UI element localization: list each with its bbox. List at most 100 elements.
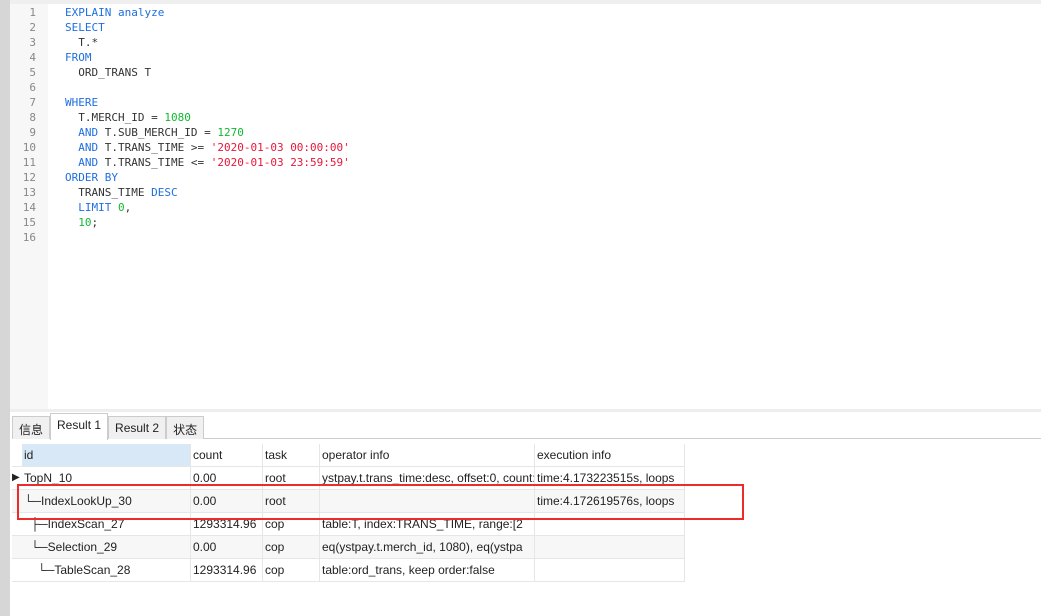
line-number: 3 xyxy=(29,36,36,49)
line-number: 9 xyxy=(29,126,36,139)
line-number: 1 xyxy=(29,6,36,19)
code-line: 6 xyxy=(10,80,350,95)
token: DESC xyxy=(151,186,178,199)
code-text: TRANS_TIME DESC xyxy=(65,185,178,200)
token: ORD_TRANS T xyxy=(65,66,152,79)
line-number: 10 xyxy=(22,141,36,154)
code-text: AND T.TRANS_TIME <= '2020-01-03 23:59:59… xyxy=(65,155,350,170)
code-text: SELECT xyxy=(65,20,105,35)
token: AND xyxy=(65,126,99,139)
code-line: 2 SELECT xyxy=(10,20,350,35)
cell[interactable]: table:ord_trans, keep order:false xyxy=(320,559,535,581)
line-number: 5 xyxy=(29,66,36,79)
cell[interactable]: 1293314.96 xyxy=(191,559,263,581)
cell[interactable]: count xyxy=(191,444,263,466)
token: ; xyxy=(91,216,99,229)
cell[interactable]: task xyxy=(263,444,320,466)
token: , xyxy=(124,201,132,214)
tab-1[interactable]: Result 1 xyxy=(50,413,109,440)
line-number: 4 xyxy=(29,51,36,64)
code-line: 4 FROM xyxy=(10,50,350,65)
token: SELECT xyxy=(65,21,105,34)
code-text: WHERE xyxy=(65,95,98,110)
row-indicator-icon xyxy=(12,559,22,581)
token: T.TRANS_TIME <= xyxy=(98,156,211,169)
highlight-box xyxy=(17,484,744,520)
code-line: 3 T.* xyxy=(10,35,350,50)
token: T.SUB_MERCH_ID = xyxy=(98,126,218,139)
code-text: 10; xyxy=(65,215,98,230)
line-number: 2 xyxy=(29,21,36,34)
cell[interactable] xyxy=(535,559,685,581)
line-number: 6 xyxy=(29,81,36,94)
token: LIMIT xyxy=(65,201,118,214)
code-text: LIMIT 0, xyxy=(65,200,131,215)
code-text: T.MERCH_ID = 1080 xyxy=(65,110,191,125)
code-line: 1 EXPLAIN analyze xyxy=(10,5,350,20)
token: T.TRANS_TIME >= xyxy=(98,141,211,154)
cell[interactable]: id xyxy=(22,444,191,466)
top-strip xyxy=(0,0,1041,4)
code-line: 8 T.MERCH_ID = 1080 xyxy=(10,110,350,125)
left-scrollbar[interactable] xyxy=(0,0,10,616)
line-number: 16 xyxy=(22,231,36,244)
token: 10 xyxy=(78,216,92,229)
line-number: 15 xyxy=(22,216,36,229)
code-line: 16 xyxy=(10,230,350,245)
cell[interactable]: 0.00 xyxy=(191,536,263,558)
table-header[interactable]: id count task operator info execution info xyxy=(12,444,685,467)
token: T.* xyxy=(65,36,99,49)
code-line: 7 WHERE xyxy=(10,95,350,110)
line-number: 11 xyxy=(22,156,36,169)
cell[interactable]: cop xyxy=(263,559,320,581)
code-text: AND T.SUB_MERCH_ID = 1270 xyxy=(65,125,244,140)
tab-2[interactable]: Result 2 xyxy=(108,416,167,439)
token: 1080 xyxy=(164,111,191,124)
code-text: ORD_TRANS T xyxy=(65,65,151,80)
token: FROM xyxy=(65,51,92,64)
row-indicator-icon xyxy=(12,444,22,466)
token: AND xyxy=(65,156,99,169)
token: EXPLAIN analyze xyxy=(65,6,165,19)
tab-0[interactable]: 信息 xyxy=(12,416,51,439)
cell[interactable]: eq(ystpay.t.merch_id, 1080), eq(ystpa xyxy=(320,536,535,558)
token: '2020-01-03 23:59:59' xyxy=(210,156,350,169)
cell[interactable]: operator info xyxy=(320,444,535,466)
token: 1270 xyxy=(217,126,244,139)
cell[interactable]: └─TableScan_28 xyxy=(22,559,191,581)
code-line: 14 LIMIT 0, xyxy=(10,200,350,215)
cell[interactable]: └─Selection_29 xyxy=(22,536,191,558)
code-line: 11 AND T.TRANS_TIME <= '2020-01-03 23:59… xyxy=(10,155,350,170)
cell[interactable]: cop xyxy=(263,536,320,558)
code-line: 10 AND T.TRANS_TIME >= '2020-01-03 00:00… xyxy=(10,140,350,155)
code-line: 12 ORDER BY xyxy=(10,170,350,185)
line-number: 14 xyxy=(22,201,36,214)
tab-3[interactable]: 状态 xyxy=(166,416,205,439)
line-number: 12 xyxy=(22,171,36,184)
line-number: 8 xyxy=(29,111,36,124)
token: 0 xyxy=(117,201,125,214)
line-number: 7 xyxy=(29,96,36,109)
token: T.MERCH_ID = xyxy=(65,111,165,124)
result-tabs: 信息 Result 1 Result 2 状态 xyxy=(12,413,1041,440)
cell[interactable]: execution info xyxy=(535,444,685,466)
token: AND xyxy=(65,141,99,154)
token: ORDER BY xyxy=(65,171,118,184)
table-row[interactable]: └─Selection_29 0.00 cop eq(ystpay.t.merch_i… xyxy=(12,536,685,559)
token: TRANS_TIME xyxy=(65,186,152,199)
code-line: 9 AND T.SUB_MERCH_ID = 1270 xyxy=(10,125,350,140)
splitter[interactable] xyxy=(10,409,1041,412)
code-text: T.* xyxy=(65,35,98,50)
token: '2020-01-03 00:00:00' xyxy=(210,141,350,154)
sql-editor[interactable]: 1 EXPLAIN analyze 2 SELECT 3 T.* 4 FROM 5 ORD_T… xyxy=(10,5,350,245)
line-number: 13 xyxy=(22,186,36,199)
code-text: FROM xyxy=(65,50,92,65)
table-row[interactable]: └─TableScan_28 1293314.96 cop table:ord_tra… xyxy=(12,559,685,582)
code-line: 5 ORD_TRANS T xyxy=(10,65,350,80)
row-indicator-icon xyxy=(12,536,22,558)
code-line: 13 TRANS_TIME DESC xyxy=(10,185,350,200)
cell[interactable] xyxy=(535,536,685,558)
code-text: ORDER BY xyxy=(65,170,118,185)
code-line: 15 10; xyxy=(10,215,350,230)
